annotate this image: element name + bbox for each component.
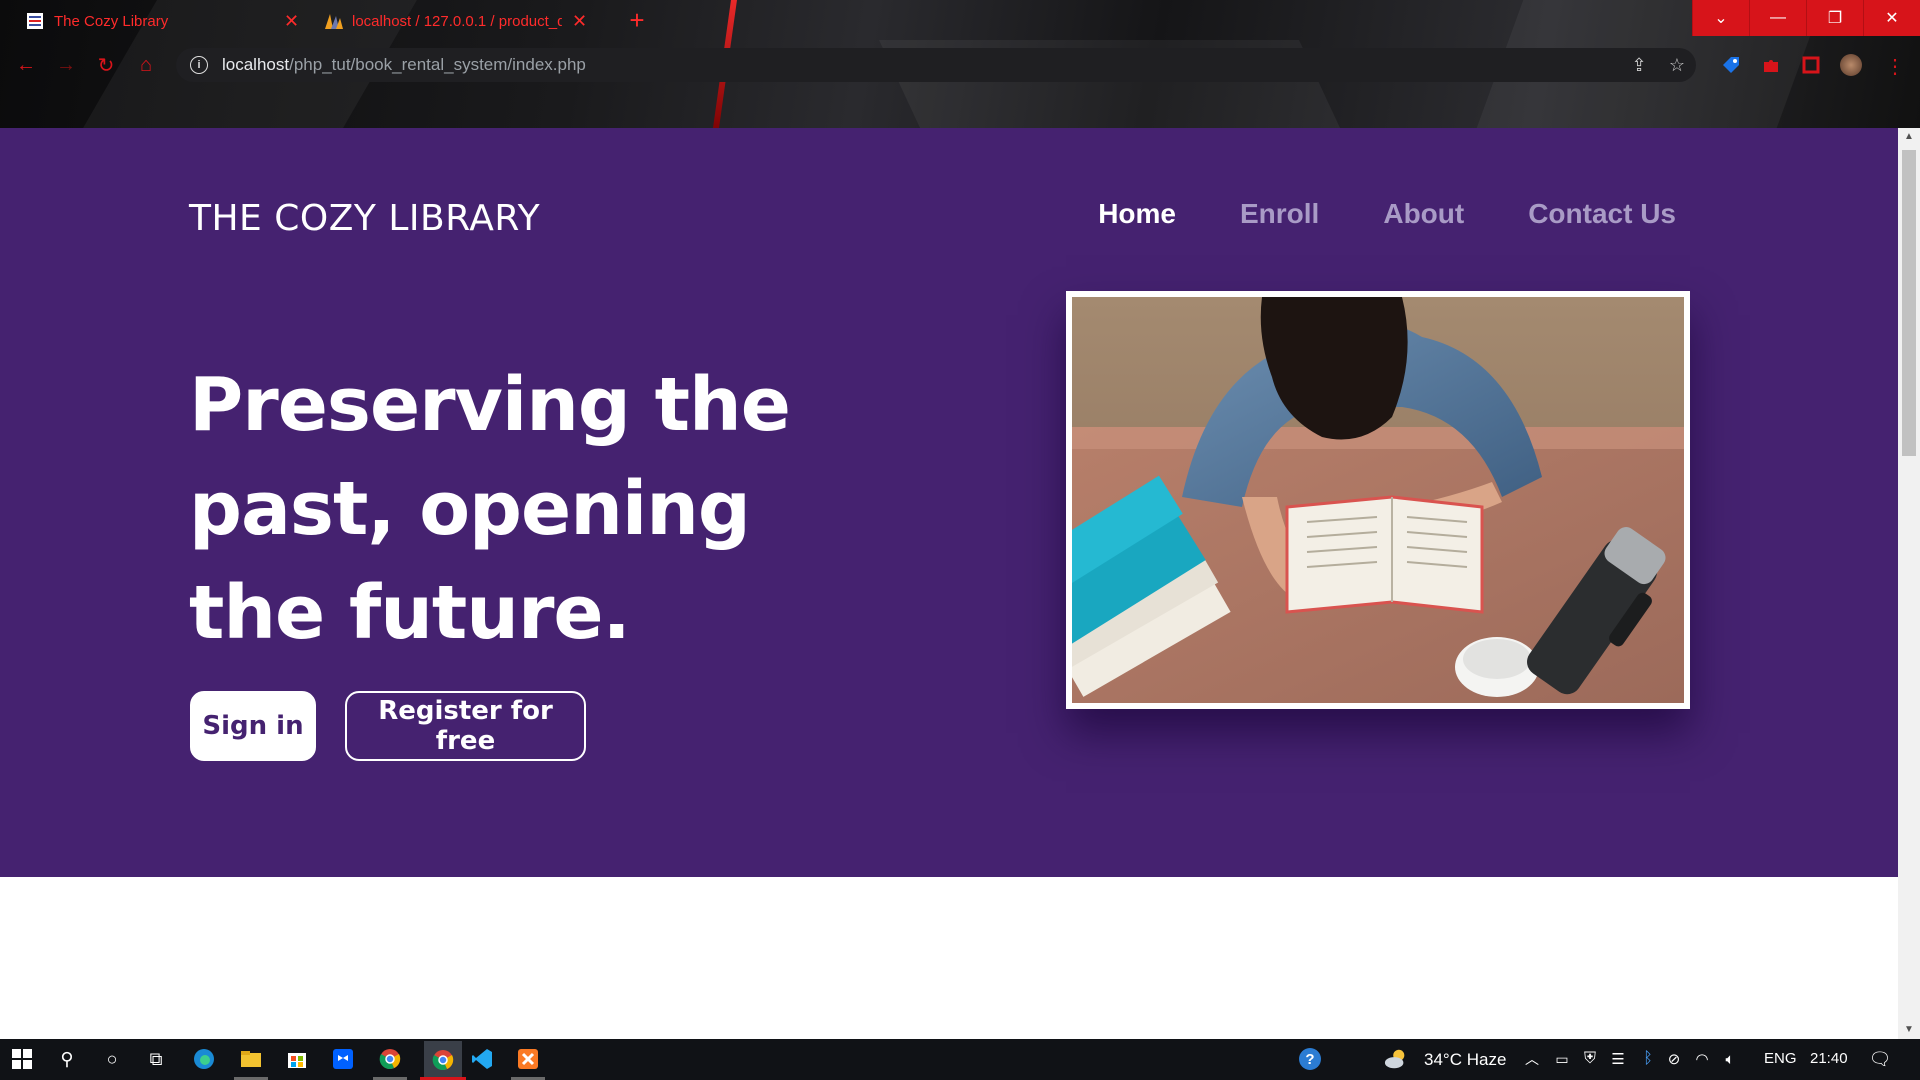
tab-the-cozy-library[interactable]: The Cozy Library ✕ [14, 4, 311, 38]
tab-phpmyadmin[interactable]: localhost / 127.0.0.1 / product_dt ✕ [312, 4, 599, 38]
share-icon[interactable]: ⇪ [1628, 54, 1650, 76]
hero-photo [1031, 291, 1690, 709]
task-view-icon[interactable]: ⧉ [144, 1047, 168, 1071]
svg-text:?: ? [1305, 1051, 1314, 1068]
wifi-icon[interactable]: ◠ [1690, 1047, 1714, 1071]
close-tab-icon[interactable]: ✕ [572, 11, 587, 32]
search-icon[interactable]: ⚲ [55, 1047, 79, 1071]
security-shield-icon[interactable]: ⛨ [1578, 1047, 1602, 1071]
browser-menu-icon[interactable]: ⋮ [1884, 54, 1906, 78]
weather-text[interactable]: 34°C Haze [1424, 1050, 1506, 1070]
site-info-icon[interactable]: i [190, 56, 208, 74]
clock-time[interactable]: 21:40 [1810, 1050, 1848, 1067]
volume-icon[interactable]: 🔈︎ [1718, 1047, 1742, 1071]
reload-icon[interactable]: ↻ [88, 46, 124, 84]
sign-in-button[interactable]: Sign in [190, 691, 316, 761]
vscode-icon[interactable] [470, 1047, 494, 1071]
xampp-icon[interactable] [516, 1047, 540, 1071]
file-explorer-icon[interactable] [239, 1047, 263, 1071]
site-brand[interactable]: THE COZY LIBRARY [189, 198, 540, 239]
browser-toolbar: ← → ↻ ⌂ i localhost/php_tut/book_rental_… [0, 46, 1920, 84]
dropbox-icon[interactable] [331, 1047, 355, 1071]
close-window-icon[interactable]: ✕ [1863, 0, 1920, 36]
minimize-icon[interactable]: — [1749, 0, 1806, 36]
tab-title: The Cozy Library [54, 12, 169, 30]
extension-puzzle-red-icon[interactable] [1760, 54, 1782, 76]
restore-icon[interactable]: ❐ [1806, 0, 1863, 36]
browser-chrome: The Cozy Library ✕ localhost / 127.0.0.1… [0, 0, 1920, 128]
window-controls: ⌄ — ❐ ✕ [1692, 0, 1920, 36]
page-scrollbar[interactable]: ▲ ▼ [1898, 128, 1920, 1039]
notifications-icon[interactable]: 🗨︎ [1868, 1047, 1892, 1071]
home-icon[interactable]: ⌂ [128, 46, 164, 84]
register-button[interactable]: Register for free [345, 691, 586, 761]
book-favicon-icon [26, 12, 44, 30]
nav-link-contact[interactable]: Contact Us [1528, 198, 1676, 230]
page-viewport: THE COZY LIBRARY Home Enroll About Conta… [0, 128, 1898, 1039]
profile-avatar[interactable] [1840, 54, 1862, 76]
show-hidden-icons-chevron-icon[interactable]: ︿ [1520, 1047, 1544, 1071]
back-arrow-icon[interactable]: ← [8, 46, 44, 84]
hero-section: THE COZY LIBRARY Home Enroll About Conta… [0, 128, 1898, 877]
scrollbar-thumb[interactable] [1902, 150, 1916, 456]
battery-icon[interactable]: ▭ [1550, 1047, 1574, 1071]
extension-tag-icon[interactable] [1720, 54, 1742, 76]
forward-arrow-icon[interactable]: → [48, 46, 84, 84]
language-indicator[interactable]: ENG [1764, 1050, 1797, 1067]
extension-square-icon[interactable] [1800, 54, 1822, 76]
edge-browser-icon[interactable] [192, 1047, 216, 1071]
network-off-icon[interactable]: ⊘ [1662, 1047, 1686, 1071]
weather-cloud-moon-icon [1384, 1047, 1408, 1071]
close-tab-icon[interactable]: ✕ [284, 11, 299, 32]
site-navigation: Home Enroll About Contact Us [1098, 198, 1676, 230]
bookmark-star-icon[interactable]: ☆ [1666, 54, 1688, 76]
nav-link-home[interactable]: Home [1098, 198, 1176, 230]
windows-taskbar: ⚲ ○ ⧉ ? 34°C Haze ︿ ▭ ⛨ ☰ ᛒ ⊘ ◠ 🔈︎ ENG 2… [0, 1039, 1920, 1080]
windows-start-icon[interactable] [10, 1047, 34, 1071]
nav-link-enroll[interactable]: Enroll [1240, 198, 1319, 230]
bluetooth-icon[interactable]: ᛒ [1636, 1047, 1660, 1071]
hero-headline: Preserving the past, opening the future. [189, 362, 791, 656]
address-bar[interactable]: i localhost/php_tut/book_rental_system/i… [176, 48, 1696, 82]
tab-title: localhost / 127.0.0.1 / product_dt [352, 12, 562, 30]
new-tab-button[interactable]: + [622, 6, 652, 36]
cortana-icon[interactable]: ○ [100, 1047, 124, 1071]
scroll-down-arrow-icon[interactable]: ▼ [1898, 1021, 1920, 1039]
url-text: localhost/php_tut/book_rental_system/ind… [222, 55, 586, 74]
nav-link-about[interactable]: About [1383, 198, 1464, 230]
phpmyadmin-favicon-icon [324, 12, 343, 30]
woman-reading-book-illustration [1031, 297, 1684, 703]
scroll-up-arrow-icon[interactable]: ▲ [1898, 128, 1920, 146]
chrome-icon[interactable] [378, 1047, 402, 1071]
notes-icon[interactable]: ☰ [1606, 1047, 1630, 1071]
chrome-active-icon[interactable] [424, 1041, 462, 1079]
tab-search-chevron-icon[interactable]: ⌄ [1692, 0, 1749, 36]
help-icon[interactable]: ? [1298, 1047, 1322, 1071]
microsoft-store-icon[interactable] [285, 1047, 309, 1071]
